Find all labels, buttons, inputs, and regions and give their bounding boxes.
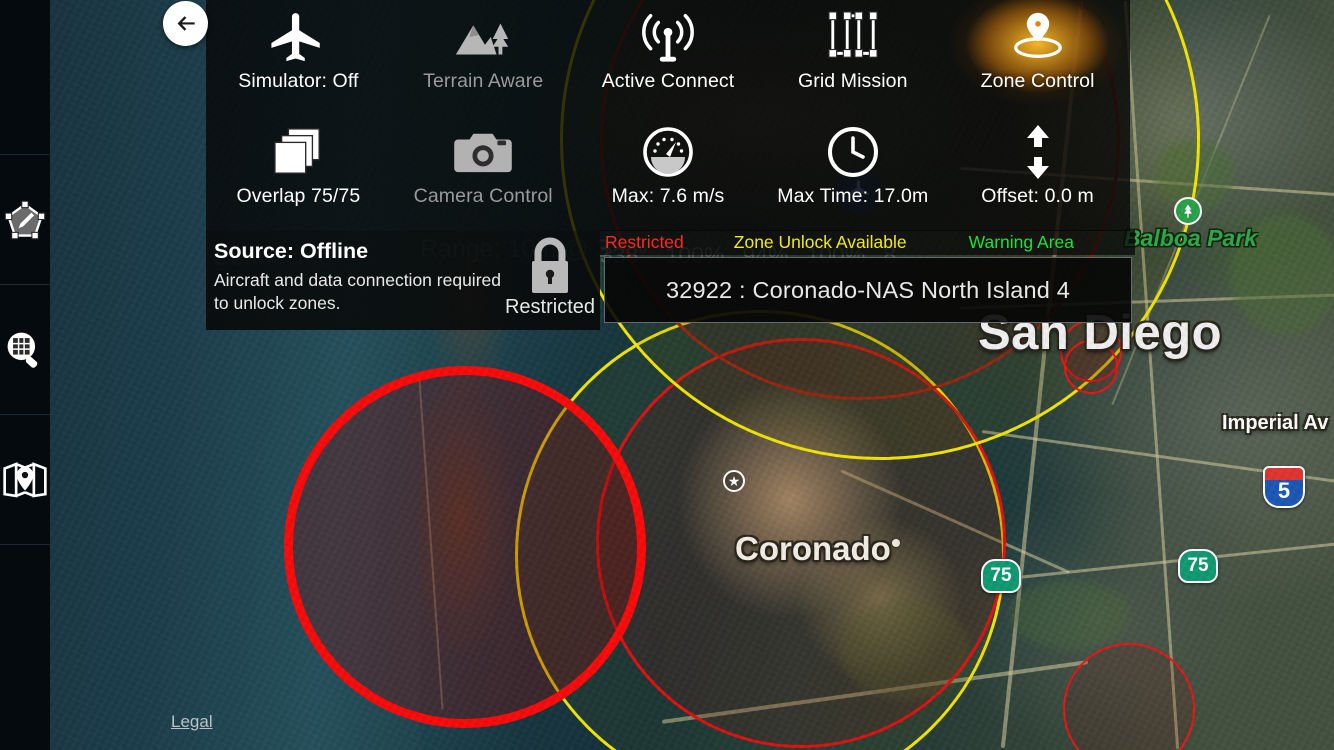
padlock-icon bbox=[532, 237, 568, 293]
zone-selector-value: 32922 : Coronado-NAS North Island 4 bbox=[665, 276, 1071, 303]
left-sidebar bbox=[0, 0, 50, 750]
legend-restricted: Restricted bbox=[605, 232, 684, 252]
sidebar-item-polygon-edit[interactable] bbox=[0, 155, 50, 285]
toolbar-label-simulator: Simulator: Off bbox=[238, 70, 359, 92]
toolbar-item-simulator[interactable]: Simulator: Off bbox=[206, 0, 391, 115]
back-button[interactable] bbox=[163, 1, 208, 46]
sidebar-item-map-pin[interactable] bbox=[0, 415, 50, 545]
restricted-label: Restricted bbox=[504, 296, 596, 318]
map-label-coronado: Coronado bbox=[735, 530, 891, 567]
camera-icon bbox=[454, 123, 512, 181]
grid-magnifier-icon bbox=[7, 332, 38, 368]
toolbar-item-active-connect[interactable]: Active Connect bbox=[576, 0, 761, 115]
toolbar-label-overlap: Overlap 75/75 bbox=[236, 185, 361, 207]
toolbar-label-offset: Offset: 0.0 m bbox=[981, 185, 1094, 207]
grid-mission-icon bbox=[826, 8, 880, 66]
toolbar-item-grid-mission[interactable]: Grid Mission bbox=[760, 0, 945, 115]
zone-circle-small-c[interactable] bbox=[1063, 643, 1195, 750]
map-vegetation bbox=[1010, 580, 1130, 650]
restricted-indicator: Restricted bbox=[500, 231, 600, 330]
zone-control-screen: ★ San Diego Coronado Imperial Av Balboa … bbox=[0, 0, 1334, 750]
map-pin-icon bbox=[3, 461, 47, 497]
antenna-signal-icon bbox=[639, 8, 697, 66]
toolbar-label-active-connect: Active Connect bbox=[601, 70, 735, 92]
toolbar-label-camera-control: Camera Control bbox=[413, 185, 553, 207]
toolbar-item-terrain-aware[interactable]: Terrain Aware bbox=[391, 0, 576, 115]
highway-shield-sr75-west[interactable]: 75 bbox=[981, 559, 1021, 593]
toolbar-label-max-speed: Max: 7.6 m/s bbox=[611, 185, 725, 207]
legend-zone-unlock-available: Zone Unlock Available bbox=[733, 232, 907, 252]
legal-link[interactable]: Legal bbox=[171, 712, 213, 732]
toolbar-item-zone-control[interactable]: Zone Control bbox=[945, 0, 1130, 115]
toolbar-item-camera-control[interactable]: Camera Control bbox=[391, 115, 576, 231]
toolbar-item-offset[interactable]: Offset: 0.0 m bbox=[945, 115, 1130, 231]
toolbar-item-max-speed[interactable]: Max: 7.6 m/s bbox=[576, 115, 761, 231]
highway-shield-sr75-east[interactable]: 75 bbox=[1178, 549, 1218, 583]
zone-pin-icon bbox=[1007, 8, 1069, 66]
toolbar-label-zone-control: Zone Control bbox=[980, 70, 1095, 92]
zone-legend: Restricted Zone Unlock Available Warning… bbox=[600, 230, 1135, 255]
clock-icon bbox=[827, 123, 879, 181]
toolbar-label-terrain-aware: Terrain Aware bbox=[423, 70, 544, 92]
park-tree-icon bbox=[1174, 197, 1202, 225]
source-status-description: Aircraft and data connection required to… bbox=[214, 270, 501, 313]
arrow-left-icon bbox=[177, 15, 195, 31]
toolbar-item-overlap[interactable]: Overlap 75/75 bbox=[206, 115, 391, 231]
map-poi-dot bbox=[892, 539, 900, 547]
toolbar-label-max-time: Max Time: 17.0m bbox=[777, 185, 929, 207]
sidebar-item-grid-search[interactable] bbox=[0, 285, 50, 415]
layers-icon bbox=[271, 123, 325, 181]
zone-selector[interactable]: 32922 : Coronado-NAS North Island 4 bbox=[604, 257, 1132, 323]
map-label-balboa-park: Balboa Park bbox=[1124, 225, 1257, 251]
airplane-icon bbox=[269, 8, 327, 66]
military-base-icon: ★ bbox=[723, 470, 745, 492]
polygon-edit-icon bbox=[4, 200, 46, 239]
top-toolbar: Simulator: Off Terrain Aware Active Conn… bbox=[206, 0, 1130, 231]
toolbar-label-grid-mission: Grid Mission bbox=[798, 70, 908, 92]
toolbar-item-max-time[interactable]: Max Time: 17.0m bbox=[760, 115, 945, 231]
legend-warning-area: Warning Area bbox=[968, 232, 1075, 252]
up-down-arrows-icon bbox=[1023, 123, 1053, 181]
mountain-tree-icon bbox=[452, 8, 514, 66]
speedometer-icon bbox=[642, 123, 694, 181]
zone-circle-restricted-primary[interactable] bbox=[284, 366, 646, 728]
highway-shield-i5[interactable]: 5 bbox=[1263, 466, 1305, 508]
map-label-imperial-ave: Imperial Av bbox=[1222, 412, 1329, 434]
